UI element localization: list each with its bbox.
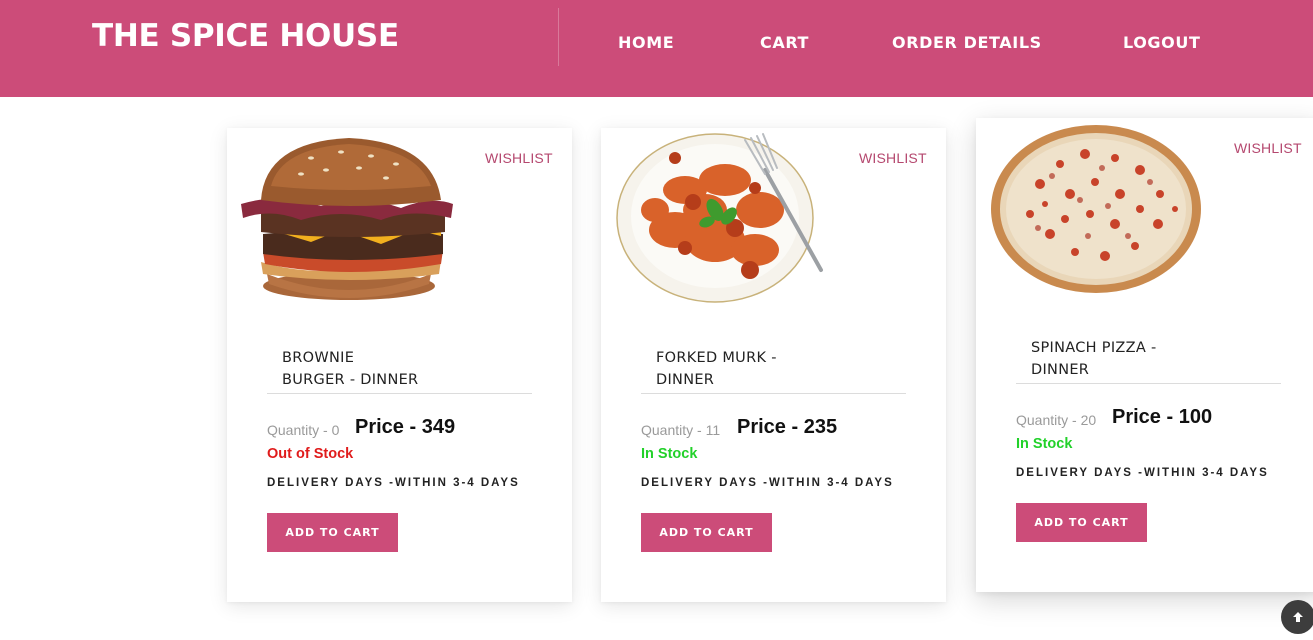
header-divider (558, 8, 559, 66)
nav-home[interactable]: HOME (618, 33, 674, 52)
stock-status: In Stock (1016, 436, 1073, 452)
wishlist-link[interactable]: WISHLIST (1234, 140, 1302, 156)
quantity-label: Quantity - 0 (267, 422, 340, 438)
pizza-image (990, 124, 1202, 294)
product-title: BROWNIE BURGER - DINNER (282, 347, 418, 391)
quantity-label: Quantity - 11 (641, 422, 721, 438)
add-to-cart-button[interactable]: ADD TO CART (267, 513, 398, 552)
product-title-line1: SPINACH PIZZA - (1031, 340, 1157, 356)
wishlist-link[interactable]: WISHLIST (859, 150, 927, 166)
product-title-line1: FORKED MURK - (656, 350, 777, 366)
nav-logout[interactable]: LOGOUT (1123, 33, 1200, 52)
add-to-cart-button[interactable]: ADD TO CART (641, 513, 772, 552)
burger-image (241, 134, 453, 300)
wishlist-link[interactable]: WISHLIST (485, 150, 553, 166)
title-divider (267, 393, 532, 394)
stock-status: In Stock (641, 446, 698, 462)
pasta-image (615, 130, 831, 306)
product-title-line2: DINNER (1031, 362, 1090, 378)
price-label: Price - 100 (1112, 406, 1213, 428)
top-navbar: THE SPICE HOUSE HOME CART ORDER DETAILS … (0, 0, 1313, 97)
price-label: Price - 349 (355, 416, 456, 438)
delivery-days: DELIVERY DAYS -WITHIN 3-4 DAYS (641, 477, 894, 489)
delivery-days: DELIVERY DAYS -WITHIN 3-4 DAYS (1016, 467, 1269, 479)
arrow-up-icon (1293, 612, 1303, 622)
product-card: WISHLIST FORKED MURK - DINNER Quantity -… (601, 128, 946, 602)
price-label: Price - 235 (737, 416, 838, 438)
product-title-line2: BURGER - DINNER (282, 372, 419, 388)
title-divider (1016, 383, 1281, 384)
scroll-to-top-button[interactable] (1281, 600, 1313, 634)
delivery-days: DELIVERY DAYS -WITHIN 3-4 DAYS (267, 477, 520, 489)
product-title-line1: BROWNIE (282, 350, 355, 366)
product-card: WISHLIST BROWNIE BURGER - DINNER Quantit… (227, 128, 572, 602)
nav-cart[interactable]: CART (760, 33, 809, 52)
stock-status: Out of Stock (267, 446, 354, 462)
product-title: FORKED MURK - DINNER (656, 347, 777, 391)
add-to-cart-button[interactable]: ADD TO CART (1016, 503, 1147, 542)
product-title: SPINACH PIZZA - DINNER (1031, 337, 1157, 381)
brand-logo[interactable]: THE SPICE HOUSE (92, 18, 399, 54)
title-divider (641, 393, 906, 394)
quantity-label: Quantity - 20 (1016, 412, 1097, 428)
product-card: WISHLIST SPINACH PIZZA - DINNER Quantity… (976, 118, 1313, 592)
product-title-line2: DINNER (656, 372, 715, 388)
nav-order-details[interactable]: ORDER DETAILS (892, 33, 1042, 52)
